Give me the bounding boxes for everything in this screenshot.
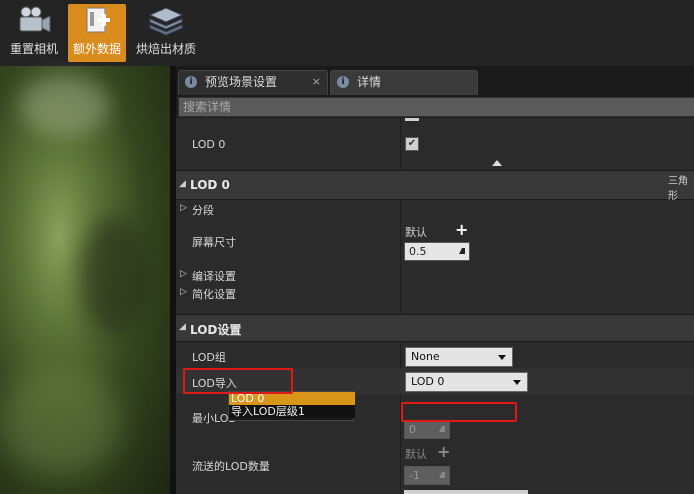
document-plus-icon — [77, 4, 117, 38]
info-icon: i — [337, 76, 349, 88]
section-lod-settings-title: LOD设置 — [190, 323, 242, 337]
row-top-stub — [176, 118, 694, 126]
streamed-lods-input[interactable]: -1 — [404, 466, 450, 485]
streamed-default-label: 默认 — [405, 448, 427, 461]
toolbar: 重置相机 额外数据 烘焙出材质 — [0, 0, 694, 67]
bake-material-button[interactable]: 烘焙出材质 — [132, 4, 200, 62]
build-settings-label: 编译设置 — [192, 270, 236, 283]
lod-import-dropdown[interactable]: LOD 0 — [405, 372, 528, 392]
lod-group-value: None — [411, 350, 440, 363]
tab-label: 详情 — [357, 75, 382, 89]
row-lod0-toggle: LOD 0 ✔ — [176, 130, 694, 158]
lod-import-options-popup: LOD 0 导入LOD层级1 — [228, 391, 355, 421]
lod-group-label: LOD组 — [192, 351, 226, 364]
chevron-down-icon — [498, 355, 506, 360]
expand-caret-icon: ▷ — [180, 287, 187, 297]
min-lod-value: 0 — [409, 423, 416, 436]
camera-icon — [14, 4, 54, 38]
reduction-settings-label: 简化设置 — [192, 288, 236, 301]
min-lod-input[interactable]: 0 — [404, 420, 450, 439]
streamed-lods-label: 流送的LOD数量 — [192, 460, 270, 473]
viewport-blur — [0, 366, 120, 476]
viewport-blur — [80, 216, 150, 336]
collapsed-bar — [405, 118, 419, 121]
option-import-lod-level1[interactable]: 导入LOD层级1 — [229, 405, 355, 418]
default-label: 默认 — [405, 226, 427, 239]
preview-viewport[interactable] — [0, 66, 170, 494]
resize-grip-icon — [439, 426, 445, 432]
tab-preview-scene-settings[interactable]: i 预览场景设置 × — [178, 70, 328, 95]
highlight-box — [183, 368, 293, 394]
lod-group-dropdown[interactable]: None — [405, 347, 513, 367]
row-build-settings[interactable]: ▷ 编译设置 — [176, 266, 694, 284]
screen-size-value: 0.5 — [409, 245, 427, 258]
chevron-down-icon — [513, 380, 521, 385]
viewport-blur — [20, 76, 110, 136]
resize-grip-icon — [439, 472, 445, 478]
expand-caret-icon: ▷ — [180, 269, 187, 279]
section-lod0-title: LOD 0 — [190, 178, 230, 192]
collapse-arrow-icon[interactable] — [492, 160, 502, 166]
row-segments[interactable]: ▷ 分段 — [176, 200, 694, 218]
tab-details[interactable]: i 详情 — [330, 70, 478, 95]
details-panel: LOD 0 ✔ ◢ LOD 0 三角形 ▷ 分段 屏幕尺寸 默认 + 0.5 ▷… — [176, 118, 694, 494]
highlight-box — [401, 402, 517, 422]
search-box — [178, 97, 694, 117]
layers-icon — [146, 4, 186, 38]
add-icon[interactable]: + — [455, 222, 468, 238]
next-field-edge — [404, 490, 528, 494]
close-icon[interactable]: × — [312, 71, 321, 93]
reset-camera-label: 重置相机 — [9, 42, 58, 56]
expand-caret-icon: ▷ — [180, 203, 187, 213]
resize-grip-icon — [459, 248, 465, 254]
info-icon: i — [185, 76, 197, 88]
extra-data-label: 额外数据 — [72, 42, 121, 56]
lod-import-value: LOD 0 — [411, 375, 445, 388]
segments-label: 分段 — [192, 204, 214, 217]
tab-label: 预览场景设置 — [205, 75, 278, 89]
row-reduction-settings[interactable]: ▷ 简化设置 — [176, 284, 694, 302]
bake-material-label: 烘焙出材质 — [135, 42, 196, 56]
lod0-row-label: LOD 0 — [192, 138, 226, 151]
section-lod-settings[interactable]: ◢ LOD设置 — [176, 314, 694, 342]
reset-camera-button[interactable]: 重置相机 — [6, 4, 62, 62]
extra-data-button[interactable]: 额外数据 — [68, 4, 126, 62]
row-streamed-lods: 流送的LOD数量 默认 + -1 — [176, 444, 694, 492]
row-screen-size: 屏幕尺寸 默认 + 0.5 — [176, 220, 694, 264]
search-input[interactable] — [179, 98, 694, 116]
truncated-header-text: 三角形 — [668, 176, 688, 202]
lod0-checkbox[interactable]: ✔ — [405, 137, 419, 151]
collapse-caret-icon: ◢ — [179, 322, 186, 332]
collapse-caret-icon: ◢ — [179, 179, 186, 189]
streamed-lods-value: -1 — [409, 469, 420, 482]
row-lod-group: LOD组 None — [176, 344, 694, 368]
screen-size-input[interactable]: 0.5 — [404, 242, 470, 261]
add-icon[interactable]: + — [437, 444, 450, 460]
section-lod0[interactable]: ◢ LOD 0 三角形 — [176, 170, 694, 202]
tab-bar: i 预览场景设置 × i 详情 — [176, 66, 694, 95]
screen-size-label: 屏幕尺寸 — [192, 236, 236, 249]
